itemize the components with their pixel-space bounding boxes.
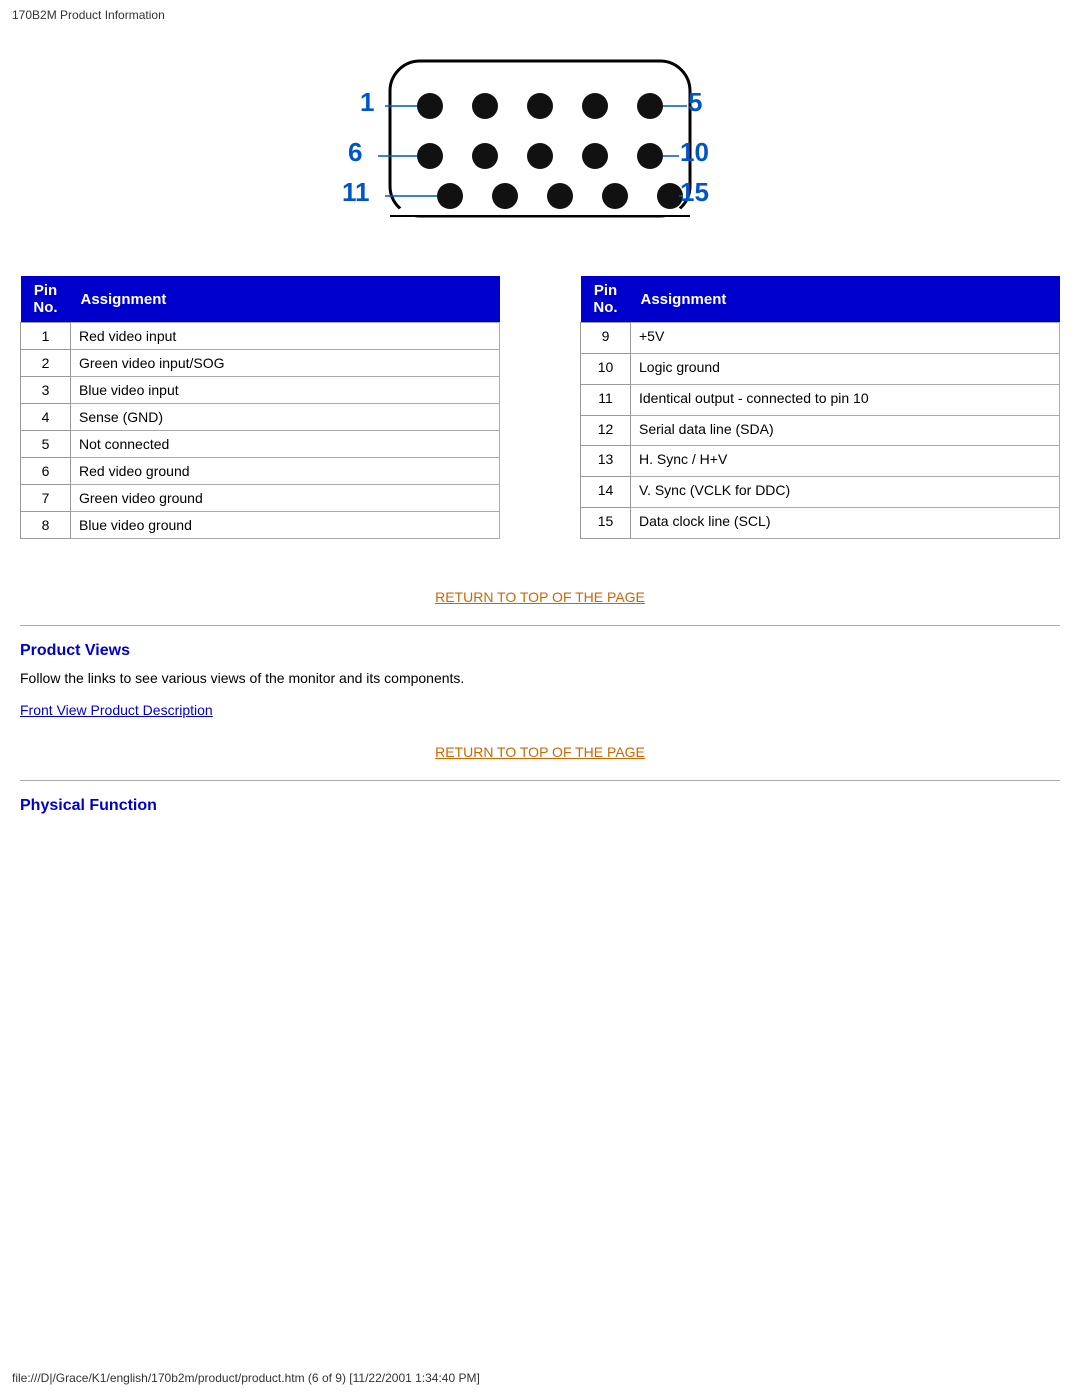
svg-text:15: 15 — [680, 177, 709, 207]
status-bar: file:///D|/Grace/K1/english/170b2m/produ… — [0, 1367, 1080, 1389]
pin-table-left: PinNo. Assignment 1Red video input2Green… — [20, 276, 500, 539]
svg-text:6: 6 — [348, 137, 362, 167]
pin-assignment: Not connected — [71, 431, 500, 458]
table-row: 10Logic ground — [581, 353, 1060, 384]
product-views-body: Follow the links to see various views of… — [0, 670, 1080, 696]
pin-number: 13 — [581, 446, 631, 477]
pin-table-right: PinNo. Assignment 9+5V10Logic ground11Id… — [580, 276, 1060, 539]
table-row: 8Blue video ground — [21, 512, 500, 539]
svg-text:5: 5 — [688, 87, 702, 117]
pin-assignment: V. Sync (VCLK for DDC) — [631, 477, 1060, 508]
pin-assignment: H. Sync / H+V — [631, 446, 1060, 477]
pin-number: 10 — [581, 353, 631, 384]
pin-assignment: Red video ground — [71, 458, 500, 485]
vga-connector-svg: 1 6 11 5 10 15 — [330, 46, 750, 246]
pin-assignment: +5V — [631, 323, 1060, 354]
pin-number: 5 — [21, 431, 71, 458]
table-row: 2Green video input/SOG — [21, 350, 500, 377]
pin-number: 15 — [581, 508, 631, 539]
pin-number: 14 — [581, 477, 631, 508]
left-table-assignment-header: Assignment — [71, 276, 500, 323]
right-table-assignment-header: Assignment — [631, 276, 1060, 323]
table-row: 9+5V — [581, 323, 1060, 354]
return-to-top-link-1[interactable]: RETURN TO TOP OF THE PAGE — [435, 589, 645, 605]
pin-assignment: Green video ground — [71, 485, 500, 512]
right-table-pin-header: PinNo. — [581, 276, 631, 323]
return-to-top-link-2[interactable]: RETURN TO TOP OF THE PAGE — [435, 744, 645, 760]
return-link-section-1: RETURN TO TOP OF THE PAGE — [0, 569, 1080, 625]
table-row: 3Blue video input — [21, 377, 500, 404]
table-row: 12Serial data line (SDA) — [581, 415, 1060, 446]
pin-number: 8 — [21, 512, 71, 539]
pin-assignment: Data clock line (SCL) — [631, 508, 1060, 539]
pin-assignment: Identical output - connected to pin 10 — [631, 384, 1060, 415]
table-row: 13H. Sync / H+V — [581, 446, 1060, 477]
return-link-section-2: RETURN TO TOP OF THE PAGE — [0, 724, 1080, 780]
svg-text:10: 10 — [680, 137, 709, 167]
pin-assignment: Serial data line (SDA) — [631, 415, 1060, 446]
table-row: 11Identical output - connected to pin 10 — [581, 384, 1060, 415]
page-title: 170B2M Product Information — [0, 0, 1080, 26]
svg-text:1: 1 — [360, 87, 374, 117]
pin-number: 12 — [581, 415, 631, 446]
front-view-link[interactable]: Front View Product Description — [0, 696, 1080, 724]
table-row: 1Red video input — [21, 323, 500, 350]
product-views-heading: Product Views — [0, 626, 1080, 670]
pin-assignment: Green video input/SOG — [71, 350, 500, 377]
physical-function-heading: Physical Function — [0, 781, 1080, 825]
pin-assignment: Sense (GND) — [71, 404, 500, 431]
table-row: 14V. Sync (VCLK for DDC) — [581, 477, 1060, 508]
pin-assignment: Blue video ground — [71, 512, 500, 539]
pin-number: 11 — [581, 384, 631, 415]
pin-assignment: Blue video input — [71, 377, 500, 404]
pin-tables-container: PinNo. Assignment 1Red video input2Green… — [0, 276, 1080, 539]
pin-number: 7 — [21, 485, 71, 512]
table-row: 6Red video ground — [21, 458, 500, 485]
table-row: 5Not connected — [21, 431, 500, 458]
pin-number: 4 — [21, 404, 71, 431]
pin-assignment: Red video input — [71, 323, 500, 350]
table-row: 15Data clock line (SCL) — [581, 508, 1060, 539]
table-spacer — [530, 276, 550, 539]
pin-number: 3 — [21, 377, 71, 404]
table-row: 4Sense (GND) — [21, 404, 500, 431]
left-table-pin-header: PinNo. — [21, 276, 71, 323]
pin-number: 1 — [21, 323, 71, 350]
connector-diagram: 1 6 11 5 10 15 — [0, 26, 1080, 276]
pin-number: 9 — [581, 323, 631, 354]
svg-text:11: 11 — [342, 177, 370, 207]
pin-number: 6 — [21, 458, 71, 485]
pin-number: 2 — [21, 350, 71, 377]
pin-assignment: Logic ground — [631, 353, 1060, 384]
table-row: 7Green video ground — [21, 485, 500, 512]
